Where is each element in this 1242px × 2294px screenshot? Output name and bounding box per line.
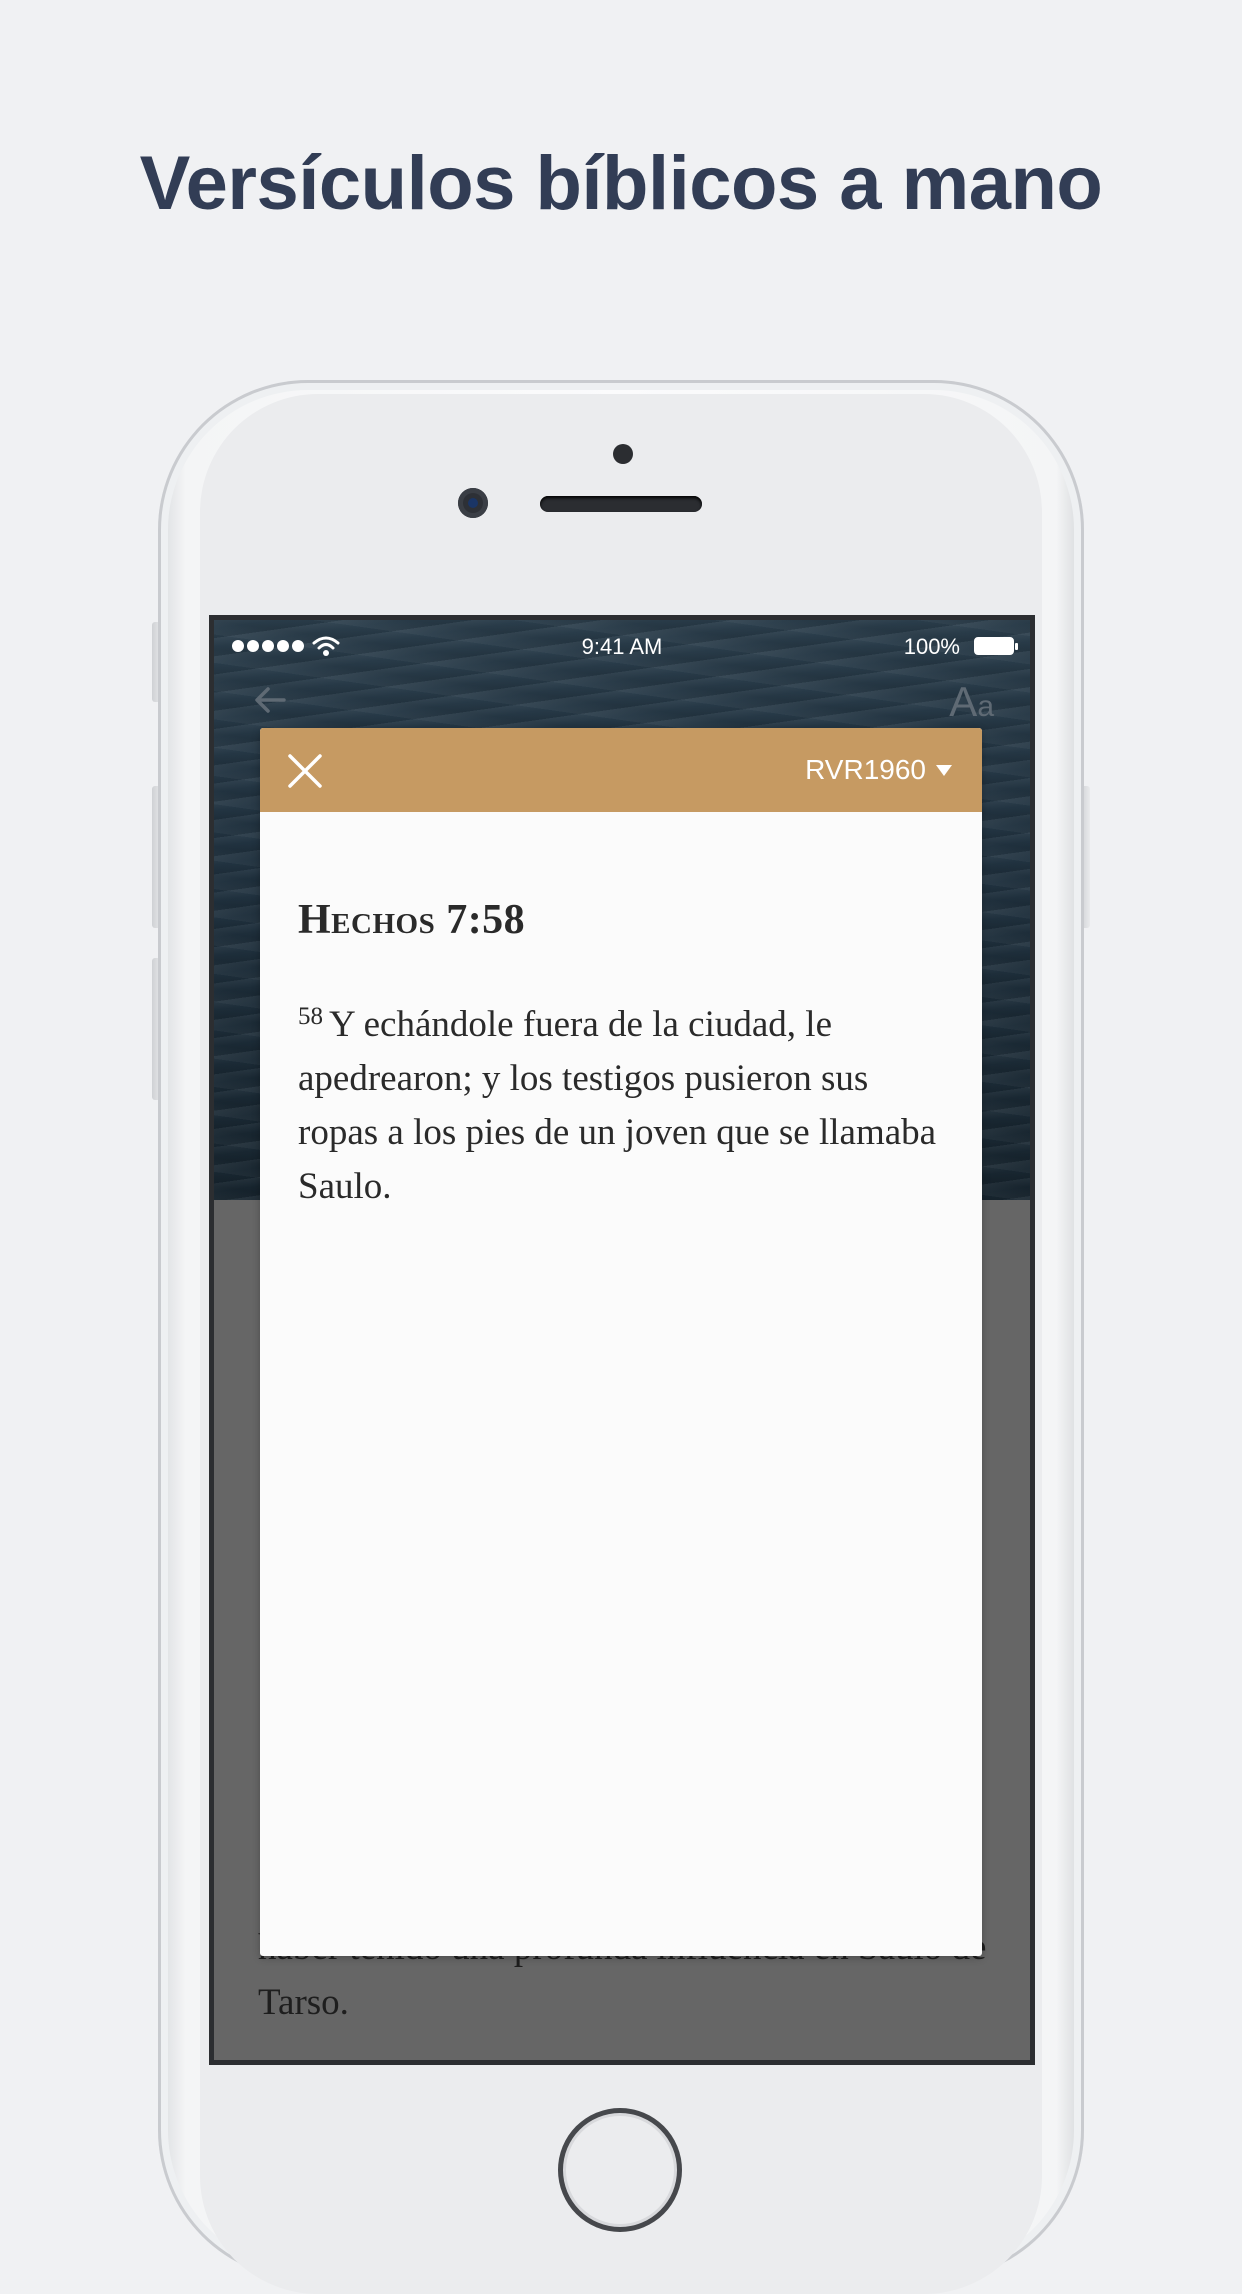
font-size-icon[interactable]: Aa [949,678,994,726]
verse-text: Y echándole fuera de la ciudad, le apedr… [298,1004,937,1207]
earpiece-speaker [540,496,702,512]
page-headline: Versículos bíblicos a mano [139,141,1103,226]
version-selector[interactable]: RVR1960 [805,750,952,790]
verse-body: 58 Y echándole fuera de la ciudad, le ape… [298,998,948,1214]
verse-reference: Hechos 7:58 [298,897,526,943]
home-button[interactable] [558,2108,682,2232]
front-camera [458,488,488,518]
chevron-down-icon [936,764,952,776]
version-label: RVR1960 [805,754,926,785]
verse-popup: RVR1960 Hechos 7:58 58 Y echándole fuera … [260,728,982,1956]
proximity-sensor [613,444,633,464]
battery-icon [974,637,1018,655]
popup-header: RVR1960 [260,728,982,812]
phone-screen: 9:41 AM 100% Aa haber tenido una profund… [214,620,1030,2060]
battery-percentage: 100% [903,634,960,659]
verse-number: 58 [298,1003,323,1030]
back-arrow-icon[interactable] [250,680,290,720]
close-icon[interactable] [286,752,324,790]
status-bar: 9:41 AM 100% [214,620,1030,674]
